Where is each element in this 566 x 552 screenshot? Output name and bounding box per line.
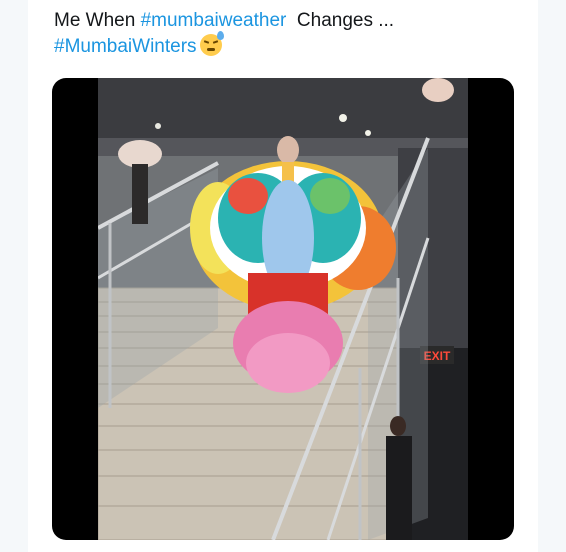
tweet-text-prefix: Me When [54,10,141,31]
tweet-text-middle: Changes ... [286,10,395,31]
dizzy-sweat-face-icon [199,31,224,56]
video-frame[interactable]: EXIT [98,78,468,540]
tweet-text: Me When #mumbaiweather Changes ... #Mumb… [54,8,524,60]
hashtag-link-mumbaiwinters[interactable]: #MumbaiWinters [54,36,197,57]
tweet-video[interactable]: EXIT [52,78,514,540]
tweet-card[interactable]: Me When #mumbaiweather Changes ... #Mumb… [28,0,538,552]
video-scene: EXIT [98,78,468,540]
hashtag-link-mumbaiweather[interactable]: #mumbaiweather [141,10,287,31]
